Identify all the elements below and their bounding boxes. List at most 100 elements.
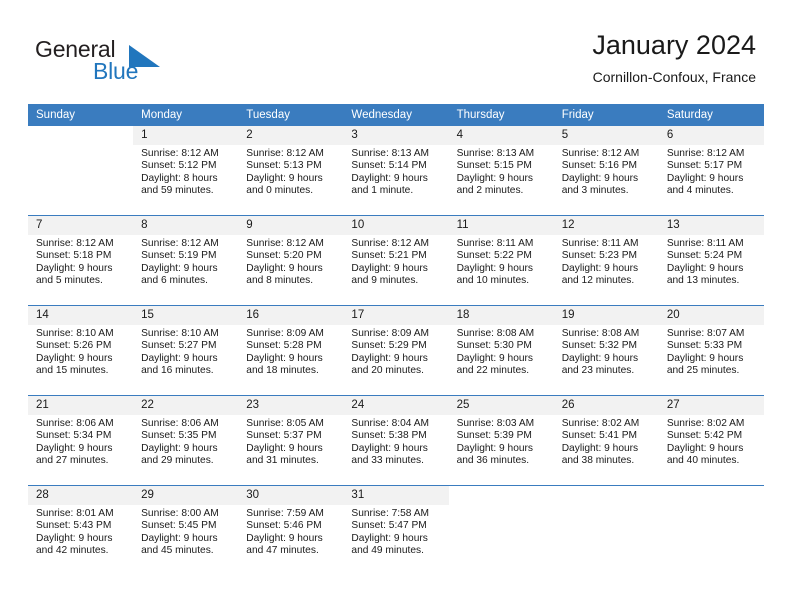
day-number <box>554 486 659 505</box>
day-sun-info: Sunrise: 8:06 AM Sunset: 5:34 PM Daylight:… <box>28 415 133 468</box>
calendar-day-cell[interactable]: 17 Sunrise: 8:09 AM Sunset: 5:29 PM Dayligh… <box>343 305 449 396</box>
sunset-time: Sunset: 5:46 PM <box>246 520 322 532</box>
daylight-line-1: Daylight: 9 hours <box>666 442 744 454</box>
calendar-week-row: 14 Sunrise: 8:10 AM Sunset: 5:26 PM Dayligh… <box>28 305 764 396</box>
sunrise-time: Sunrise: 8:12 AM <box>561 148 640 159</box>
daylight-line-2: and 15 minutes. <box>36 365 109 377</box>
daylight-line-1: Daylight: 9 hours <box>141 262 218 274</box>
calendar-day-cell[interactable]: 22 Sunrise: 8:06 AM Sunset: 5:35 PM Dayligh… <box>133 395 239 486</box>
day-sun-info: Sunrise: 8:03 AM Sunset: 5:39 PM Daylight:… <box>449 415 554 468</box>
general-blue-logo[interactable]: General Blue <box>35 36 185 92</box>
day-cell-inner: 4 Sunrise: 8:13 AM Sunset: 5:15 PM Daylight… <box>448 126 554 215</box>
sunrise-time: Sunrise: 8:08 AM <box>561 328 640 339</box>
calendar-day-cell[interactable]: 5 Sunrise: 8:12 AM Sunset: 5:16 PM Daylight… <box>553 125 659 216</box>
day-number: 11 <box>448 216 554 235</box>
calendar-day-cell[interactable]: 31 Sunrise: 7:58 AM Sunset: 5:47 PM Dayligh… <box>343 485 449 575</box>
daylight-line-1: Daylight: 9 hours <box>351 262 428 274</box>
sunset-time: Sunset: 5:45 PM <box>141 520 217 532</box>
daylight-line-1: Daylight: 9 hours <box>456 442 534 454</box>
calendar-day-cell[interactable]: 15 Sunrise: 8:10 AM Sunset: 5:27 PM Dayligh… <box>133 305 239 396</box>
calendar-week-row: 7 Sunrise: 8:12 AM Sunset: 5:18 PM Daylight… <box>28 215 764 306</box>
weekday-header-monday: Monday <box>133 104 239 126</box>
daylight-line-1: Daylight: 9 hours <box>246 262 323 274</box>
weekday-header-row: Sunday Monday Tuesday Wednesday Thursday… <box>28 104 764 126</box>
calendar-day-cell[interactable]: 14 Sunrise: 8:10 AM Sunset: 5:26 PM Dayligh… <box>28 305 134 396</box>
calendar-day-cell[interactable]: 12 Sunrise: 8:11 AM Sunset: 5:23 PM Dayligh… <box>553 215 659 306</box>
sunrise-time: Sunrise: 7:58 AM <box>351 508 430 519</box>
calendar-day-cell[interactable]: 25 Sunrise: 8:03 AM Sunset: 5:39 PM Dayligh… <box>448 395 554 486</box>
calendar-day-cell[interactable]: 27 Sunrise: 8:02 AM Sunset: 5:42 PM Dayligh… <box>658 395 764 486</box>
page-subtitle: Cornillon-Confoux, France <box>592 69 756 85</box>
calendar-day-cell[interactable]: 28 Sunrise: 8:01 AM Sunset: 5:43 PM Dayligh… <box>28 485 134 575</box>
day-number <box>659 486 764 505</box>
day-sun-info: Sunrise: 8:10 AM Sunset: 5:27 PM Daylight:… <box>133 325 238 378</box>
day-cell-inner: 22 Sunrise: 8:06 AM Sunset: 5:35 PM Dayligh… <box>133 396 239 485</box>
sunset-time: Sunset: 5:32 PM <box>561 340 638 352</box>
day-sun-info: Sunrise: 8:09 AM Sunset: 5:29 PM Daylight:… <box>343 325 448 378</box>
calendar-body: 1 Sunrise: 8:12 AM Sunset: 5:12 PM Daylight… <box>28 125 764 575</box>
sunset-time: Sunset: 5:22 PM <box>456 250 532 262</box>
calendar-day-cell[interactable]: 1 Sunrise: 8:12 AM Sunset: 5:12 PM Daylight… <box>133 125 239 216</box>
calendar-day-cell[interactable]: 16 Sunrise: 8:09 AM Sunset: 5:28 PM Dayligh… <box>238 305 344 396</box>
daylight-line-1: Daylight: 9 hours <box>456 352 534 364</box>
day-sun-info: Sunrise: 8:08 AM Sunset: 5:32 PM Daylight:… <box>554 325 659 378</box>
calendar-day-cell[interactable]: 9 Sunrise: 8:12 AM Sunset: 5:20 PM Daylight… <box>238 215 344 306</box>
calendar-day-cell[interactable]: 20 Sunrise: 8:07 AM Sunset: 5:33 PM Dayligh… <box>658 305 764 396</box>
sunset-time: Sunset: 5:23 PM <box>561 250 638 262</box>
calendar-week-row: 28 Sunrise: 8:01 AM Sunset: 5:43 PM Dayligh… <box>28 485 764 575</box>
day-number: 19 <box>553 306 659 325</box>
sunset-time: Sunset: 5:15 PM <box>456 160 532 172</box>
daylight-line-2: and 5 minutes. <box>36 275 103 287</box>
calendar-day-cell[interactable]: 6 Sunrise: 8:12 AM Sunset: 5:17 PM Daylight… <box>658 125 764 216</box>
calendar-day-cell[interactable]: 3 Sunrise: 8:13 AM Sunset: 5:14 PM Daylight… <box>343 125 449 216</box>
calendar-day-cell[interactable]: 23 Sunrise: 8:05 AM Sunset: 5:37 PM Dayligh… <box>238 395 344 486</box>
daylight-line-1: Daylight: 9 hours <box>456 172 534 184</box>
day-sun-info: Sunrise: 8:11 AM Sunset: 5:23 PM Daylight:… <box>554 235 659 288</box>
day-sun-info: Sunrise: 8:02 AM Sunset: 5:41 PM Daylight:… <box>554 415 659 468</box>
day-number: 12 <box>553 216 659 235</box>
daylight-line-1: Daylight: 9 hours <box>36 442 113 454</box>
day-cell-inner <box>28 126 133 215</box>
daylight-line-1: Daylight: 9 hours <box>36 532 113 544</box>
daylight-line-2: and 4 minutes. <box>666 185 734 197</box>
weekday-header-friday: Friday <box>553 104 659 126</box>
sunset-time: Sunset: 5:34 PM <box>36 430 112 442</box>
daylight-line-2: and 31 minutes. <box>246 455 319 467</box>
day-number: 9 <box>238 216 344 235</box>
day-cell-inner: 15 Sunrise: 8:10 AM Sunset: 5:27 PM Dayligh… <box>133 306 239 395</box>
day-cell-inner: 20 Sunrise: 8:07 AM Sunset: 5:33 PM Dayligh… <box>658 306 764 395</box>
daylight-line-2: and 47 minutes. <box>246 545 319 557</box>
calendar-day-cell[interactable]: 21 Sunrise: 8:06 AM Sunset: 5:34 PM Dayligh… <box>28 395 134 486</box>
day-cell-inner <box>659 486 764 575</box>
calendar-day-cell[interactable]: 4 Sunrise: 8:13 AM Sunset: 5:15 PM Daylight… <box>448 125 554 216</box>
day-sun-info <box>449 505 554 508</box>
calendar-day-cell[interactable]: 7 Sunrise: 8:12 AM Sunset: 5:18 PM Daylight… <box>28 215 134 306</box>
calendar-day-cell[interactable]: 29 Sunrise: 8:00 AM Sunset: 5:45 PM Dayligh… <box>133 485 239 575</box>
day-sun-info: Sunrise: 8:12 AM Sunset: 5:21 PM Daylight:… <box>343 235 448 288</box>
day-cell-inner: 5 Sunrise: 8:12 AM Sunset: 5:16 PM Daylight… <box>553 126 659 215</box>
calendar-day-cell[interactable]: 10 Sunrise: 8:12 AM Sunset: 5:21 PM Dayligh… <box>343 215 449 306</box>
calendar-day-cell[interactable]: 30 Sunrise: 7:59 AM Sunset: 5:46 PM Dayligh… <box>238 485 344 575</box>
calendar-day-cell[interactable]: 2 Sunrise: 8:12 AM Sunset: 5:13 PM Daylight… <box>238 125 344 216</box>
day-number: 10 <box>343 216 449 235</box>
daylight-line-2: and 38 minutes. <box>561 455 635 467</box>
calendar-day-cell[interactable]: 18 Sunrise: 8:08 AM Sunset: 5:30 PM Dayligh… <box>448 305 554 396</box>
calendar-day-cell[interactable]: 24 Sunrise: 8:04 AM Sunset: 5:38 PM Dayligh… <box>343 395 449 486</box>
calendar-day-cell[interactable]: 26 Sunrise: 8:02 AM Sunset: 5:41 PM Dayligh… <box>553 395 659 486</box>
sunrise-time: Sunrise: 8:08 AM <box>456 328 535 339</box>
daylight-line-2: and 59 minutes. <box>141 185 214 197</box>
day-cell-inner: 11 Sunrise: 8:11 AM Sunset: 5:22 PM Dayligh… <box>448 216 554 305</box>
day-number: 21 <box>28 396 134 415</box>
sunrise-time: Sunrise: 8:00 AM <box>141 508 219 519</box>
day-number: 17 <box>343 306 449 325</box>
day-cell-inner: 23 Sunrise: 8:05 AM Sunset: 5:37 PM Dayligh… <box>238 396 344 485</box>
calendar-day-cell[interactable]: 11 Sunrise: 8:11 AM Sunset: 5:22 PM Dayligh… <box>448 215 554 306</box>
calendar-day-cell[interactable]: 8 Sunrise: 8:12 AM Sunset: 5:19 PM Daylight… <box>133 215 239 306</box>
daylight-line-2: and 29 minutes. <box>141 455 214 467</box>
calendar-day-cell[interactable]: 19 Sunrise: 8:08 AM Sunset: 5:32 PM Dayligh… <box>553 305 659 396</box>
day-cell-inner <box>554 486 659 575</box>
calendar-day-cell[interactable]: 13 Sunrise: 8:11 AM Sunset: 5:24 PM Dayligh… <box>658 215 764 306</box>
daylight-line-2: and 9 minutes. <box>351 275 419 287</box>
sunset-time: Sunset: 5:21 PM <box>351 250 427 262</box>
calendar-week-row: 21 Sunrise: 8:06 AM Sunset: 5:34 PM Dayligh… <box>28 395 764 486</box>
